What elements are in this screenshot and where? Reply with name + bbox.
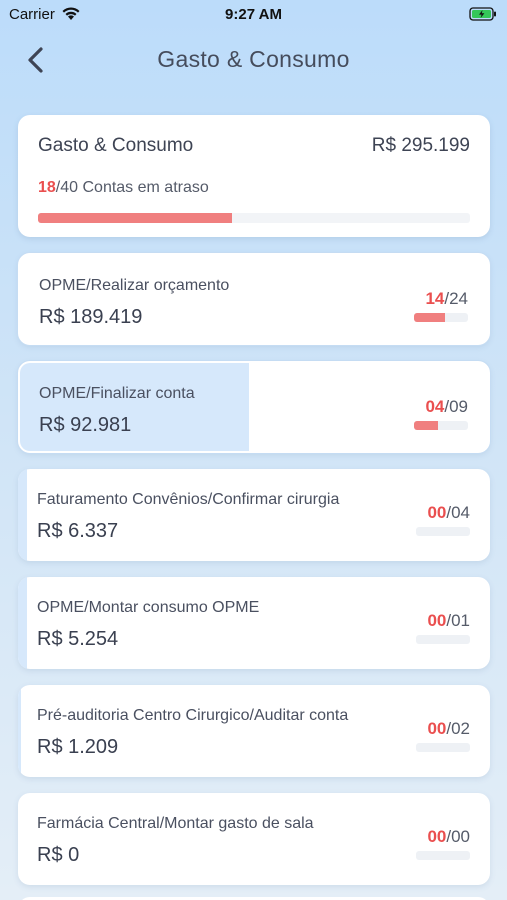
- task-progress-fill: [18, 577, 28, 669]
- task-count: 00/01: [427, 611, 470, 631]
- page-title: Gasto & Consumo: [157, 46, 350, 72]
- task-progress-bar: [414, 313, 468, 322]
- task-count: 00/02: [427, 719, 470, 739]
- summary-progress-fill: [38, 213, 233, 223]
- task-value: R$ 189.419: [39, 306, 143, 328]
- navigation-bar: Gasto & Consumo: [0, 30, 507, 90]
- summary-total: R$ 295.199: [371, 135, 470, 156]
- task-count-total: /02: [446, 719, 470, 738]
- summary-progress-bar: [38, 213, 470, 223]
- wifi-icon: [61, 6, 81, 25]
- task-name: Faturamento Convênios/Confirmar cirurgia: [37, 491, 340, 508]
- battery-charging-icon: [469, 7, 497, 25]
- task-card[interactable]: Faturamento Convênios/Confirmar cirurgia…: [18, 469, 490, 561]
- task-count-overdue: 00: [427, 611, 447, 630]
- overdue-count: 18: [38, 179, 56, 196]
- task-card[interactable]: OPME/Realizar orçamento R$ 189.419 14/24: [18, 253, 490, 345]
- task-progress-bar: [416, 851, 470, 860]
- task-progress-bar-fill: [414, 421, 438, 430]
- chevron-left-icon: [28, 47, 43, 73]
- task-name: OPME/Montar consumo OPME: [37, 599, 260, 616]
- task-value: R$ 92.981: [39, 414, 132, 436]
- overdue-total: /40 Contas em atraso: [55, 179, 209, 196]
- task-count: 00/04: [427, 503, 470, 523]
- task-name: OPME/Realizar orçamento: [39, 277, 230, 294]
- task-name: OPME/Finalizar conta: [39, 385, 195, 402]
- summary-card: Gasto & Consumo R$ 295.199 18/40 Contas …: [18, 115, 490, 237]
- task-progress-fill: [18, 685, 21, 777]
- task-value: R$ 1.209: [37, 736, 119, 758]
- task-count-overdue: 04: [425, 397, 445, 416]
- task-card[interactable]: Farmácia Central/Montar gasto de sala R$ …: [18, 793, 490, 885]
- task-count: 04/09: [425, 397, 468, 417]
- task-progress-fill: [20, 363, 250, 451]
- task-count-total: /24: [444, 289, 468, 308]
- task-progress-fill: [18, 469, 28, 561]
- task-count: 00/00: [427, 827, 470, 847]
- task-count-overdue: 14: [425, 289, 445, 308]
- task-count-overdue: 00: [427, 827, 447, 846]
- task-count-total: /04: [446, 503, 470, 522]
- carrier-label: Carrier: [9, 6, 55, 23]
- task-progress-bar-fill: [414, 313, 446, 322]
- task-name: Pré-auditoria Centro Cirurgico/Auditar c…: [37, 707, 349, 724]
- task-progress-bar: [416, 743, 470, 752]
- task-count-total: /01: [446, 611, 470, 630]
- task-count-overdue: 00: [427, 503, 447, 522]
- task-progress-bar: [416, 635, 470, 644]
- overdue-progress-text: 18/40 Contas em atraso: [38, 179, 209, 197]
- back-button[interactable]: [22, 44, 50, 76]
- summary-title: Gasto & Consumo: [38, 135, 194, 156]
- status-bar: Carrier 9:27 AM: [0, 0, 507, 30]
- task-count: 14/24: [425, 289, 468, 309]
- task-count-overdue: 00: [427, 719, 447, 738]
- task-card[interactable]: OPME/Montar consumo OPME R$ 5.254 00/01: [18, 577, 490, 669]
- task-name: Farmácia Central/Montar gasto de sala: [37, 815, 314, 832]
- task-count-total: /00: [446, 827, 470, 846]
- task-card[interactable]: Pré-auditoria Centro Cirurgico/Auditar c…: [18, 685, 490, 777]
- task-value: R$ 5.254: [37, 628, 119, 650]
- task-progress-bar: [414, 421, 468, 430]
- task-progress-bar: [416, 527, 470, 536]
- task-count-total: /09: [444, 397, 468, 416]
- task-value: R$ 0: [37, 844, 80, 866]
- task-card[interactable]: OPME/Finalizar conta R$ 92.981 04/09: [18, 361, 490, 453]
- task-value: R$ 6.337: [37, 520, 119, 542]
